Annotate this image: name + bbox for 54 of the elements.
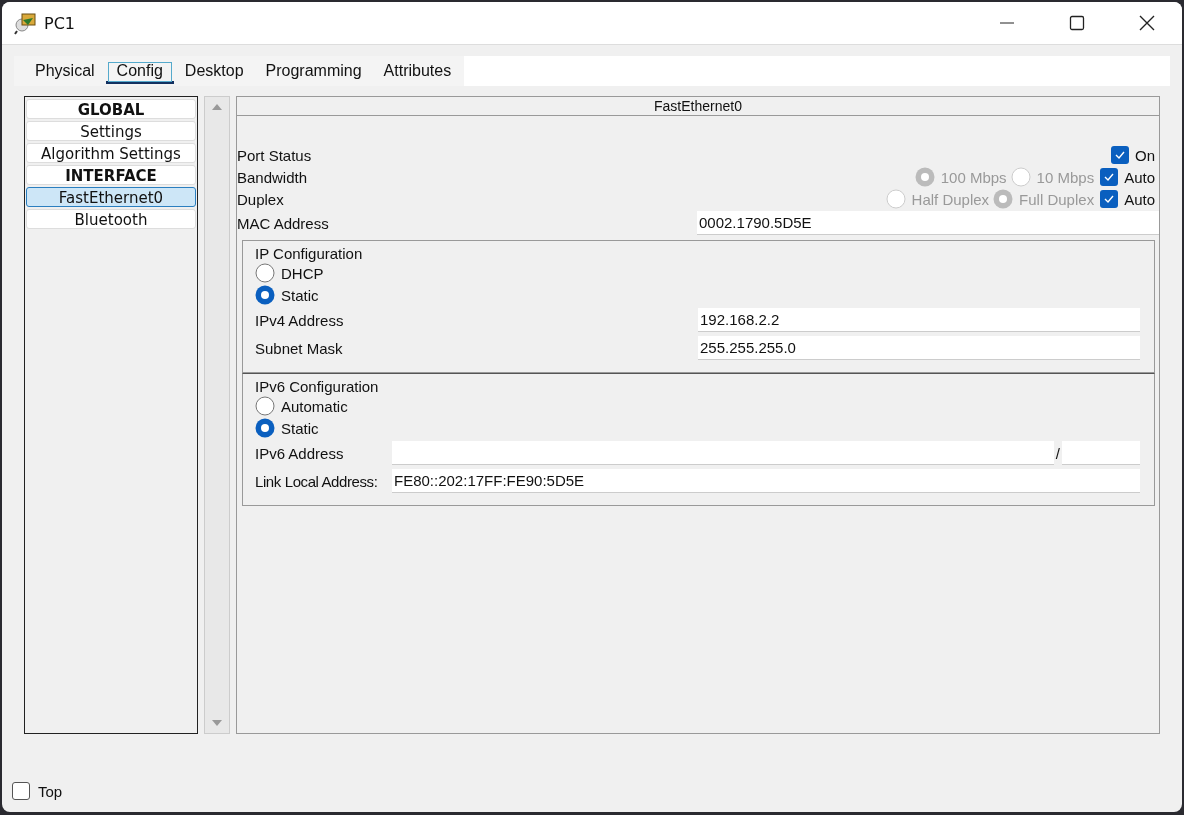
input-field[interactable]	[392, 441, 1054, 465]
option-label: On	[1135, 146, 1155, 164]
checkbox[interactable]	[1111, 146, 1129, 164]
field-label: Subnet Mask	[255, 339, 343, 357]
option-label: Static	[281, 419, 319, 437]
sidebar-item[interactable]: Settings	[26, 121, 196, 141]
field-label: Duplex	[237, 190, 284, 208]
radio-button[interactable]	[255, 263, 275, 283]
field-label: IPv4 Address	[255, 311, 344, 329]
prefix-field[interactable]	[1062, 441, 1140, 465]
option-label: Auto	[1124, 190, 1155, 208]
close-icon	[1138, 14, 1156, 32]
field-label: IPv6 Address	[255, 444, 345, 462]
checkbox[interactable]	[12, 782, 30, 800]
section-heading[interactable]: GLOBAL	[26, 99, 196, 119]
option-label: 100 Mbps	[940, 168, 1007, 186]
sidebar-item[interactable]: Algorithm Settings	[26, 143, 196, 163]
radio-button[interactable]	[255, 418, 275, 438]
option-label: 10 Mbps	[1036, 168, 1095, 186]
field-label: MAC Address	[237, 214, 329, 232]
option-label: Auto	[1124, 168, 1155, 186]
field-label: Bandwidth	[237, 168, 308, 186]
minimize-icon	[1000, 22, 1014, 24]
radio-button[interactable]	[255, 285, 275, 305]
tab[interactable]: Attributes	[372, 60, 463, 84]
option-label: Static	[281, 286, 319, 304]
separator-text: /	[1055, 444, 1060, 462]
section-heading[interactable]: INTERFACE	[26, 165, 196, 185]
down-arrow-icon[interactable]	[211, 719, 223, 727]
option-label: Full Duplex	[1019, 190, 1095, 208]
sidebar-item[interactable]: FastEthernet0	[26, 187, 196, 207]
section-title: IPv6 Configuration	[255, 378, 380, 395]
radio-button[interactable]	[255, 396, 275, 416]
section-title: IP Configuration	[255, 245, 364, 262]
maximize-icon	[1069, 15, 1085, 31]
up-arrow-icon[interactable]	[211, 103, 223, 111]
window-title: PC1	[44, 13, 75, 33]
checkbox-label: Top	[38, 782, 63, 800]
sidebar-item[interactable]: Bluetooth	[26, 209, 196, 229]
option-label: DHCP	[281, 264, 324, 282]
field-label: Port Status	[237, 146, 312, 164]
option-label: Automatic	[281, 397, 348, 415]
option-label: Half Duplex	[911, 190, 990, 208]
scrollbar[interactable]	[204, 96, 230, 734]
input-field[interactable]: FE80::202:17FF:FE90:5D5E	[392, 469, 1140, 493]
tab[interactable]: Programming	[254, 60, 373, 84]
input-field[interactable]: 0002.1790.5D5E	[697, 211, 1159, 235]
panel-title: FastEthernet0	[237, 97, 1159, 116]
input-field[interactable]: 192.168.2.2	[698, 308, 1140, 332]
input-field[interactable]: 255.255.255.0	[698, 336, 1140, 360]
computer-icon	[14, 11, 38, 35]
tab[interactable]: Desktop	[173, 60, 255, 84]
field-label: Link Local Address:	[255, 472, 379, 490]
tab[interactable]: Physical	[24, 60, 106, 84]
